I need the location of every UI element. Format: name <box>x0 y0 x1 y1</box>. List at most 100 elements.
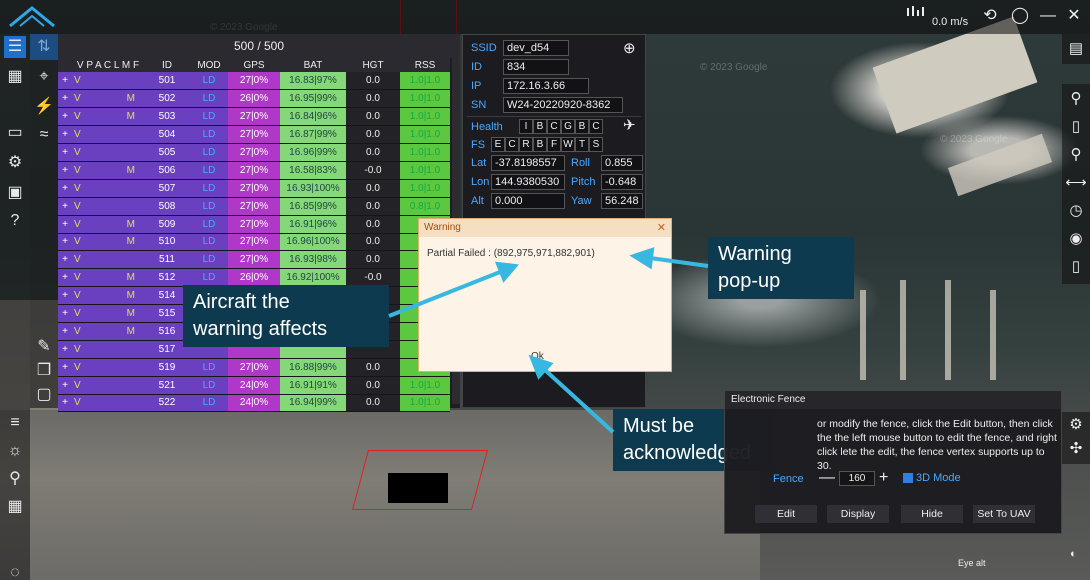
fence-value-input[interactable]: 160 <box>839 471 875 486</box>
user-icon[interactable]: ◯ <box>1010 6 1030 26</box>
col-flags[interactable]: V P A C L M F <box>72 58 144 72</box>
expand-button[interactable]: + <box>58 394 72 413</box>
fit-icon[interactable]: ⟷ <box>1065 172 1087 194</box>
chart-icon[interactable]: ▤ <box>1065 38 1087 60</box>
table-row[interactable]: + V M 503 LD 27|0% 16.84|96% 0.0 1.0|1.0 <box>58 107 450 127</box>
fence-decrement-button[interactable]: — <box>819 469 835 487</box>
expand-button[interactable]: + <box>58 358 72 377</box>
drone-icon[interactable]: ✣ <box>1065 438 1087 460</box>
expand-button[interactable]: + <box>58 125 72 145</box>
fence-display-button[interactable]: Display <box>827 505 889 523</box>
flag-v: V <box>74 218 81 230</box>
map-icon[interactable]: ⌖ <box>33 66 55 88</box>
expand-button[interactable]: + <box>58 89 72 109</box>
col-mod[interactable]: MOD <box>190 58 228 72</box>
table-row[interactable]: + V 522 LD 24|0% 16.94|99% 0.0 1.0|1.0 <box>58 394 450 413</box>
table-row[interactable]: + V M 502 LD 26|0% 16.95|99% 0.0 1.0|1.0 <box>58 89 450 109</box>
fence-edit-button[interactable]: Edit <box>755 505 817 523</box>
expand-button[interactable]: + <box>58 286 72 306</box>
eye-icon[interactable]: ◉ <box>1065 228 1087 250</box>
rss-cell: 1.0|1.0 <box>400 107 450 127</box>
phone-icon[interactable]: ▯ <box>1065 116 1087 138</box>
table-row[interactable]: + V M 512 LD 26|0% 16.92|100% -0.0 <box>58 268 450 288</box>
id-cell: 511 <box>144 250 190 270</box>
active-tab[interactable] <box>30 34 58 60</box>
divider <box>467 116 641 117</box>
mobile-icon[interactable]: ▯ <box>1065 256 1087 278</box>
close-icon[interactable]: ✕ <box>1064 6 1084 26</box>
rss-cell: 1.0|1.0 <box>400 89 450 109</box>
rss-cell: 0.8|1.0 <box>400 197 450 216</box>
rss-cell: 1.0|1.0 <box>400 179 450 198</box>
folder-icon[interactable]: ▭ <box>4 122 26 144</box>
edit-icon[interactable]: ✎ <box>33 336 55 358</box>
col-id[interactable]: ID <box>144 58 190 72</box>
table-row[interactable]: + V 507 LD 27|0% 16.93|100% 0.0 1.0|1.0 <box>58 179 450 198</box>
dialog-close-icon[interactable]: ✕ <box>657 219 666 237</box>
apps-icon[interactable]: ▦ <box>4 496 26 518</box>
fence-set-to-uav-button[interactable]: Set To UAV <box>973 505 1035 523</box>
expand-button[interactable]: + <box>58 376 72 395</box>
copy-icon[interactable]: ❐ <box>33 360 55 382</box>
lon-label: Lon <box>471 176 490 188</box>
toolbox-icon[interactable]: ▣ <box>4 182 26 204</box>
table-row[interactable]: + V M 510 LD 27|0% 16.96|100% 0.0 <box>58 233 450 252</box>
fence-increment-button[interactable]: + <box>879 469 888 487</box>
add-location-icon[interactable]: ⚲ <box>1065 144 1087 166</box>
expand-button[interactable]: + <box>58 322 72 341</box>
sun-icon[interactable]: ☼ <box>4 440 26 462</box>
table-row[interactable]: + V 504 LD 27|0% 16.87|99% 0.0 1.0|1.0 <box>58 125 450 145</box>
grid-icon[interactable]: ▦ <box>4 66 26 88</box>
table-row[interactable]: + V M 509 LD 27|0% 16.91|96% 0.0 <box>58 215 450 234</box>
battery-icon[interactable]: ⚡ <box>33 96 55 118</box>
help-icon[interactable]: ? <box>4 210 26 232</box>
expand-button[interactable]: + <box>58 179 72 198</box>
col-hgt[interactable]: HGT <box>346 58 400 72</box>
table-row[interactable]: + V 519 LD 27|0% 16.88|99% 0.0 <box>58 358 450 377</box>
dialog-ok-button[interactable]: Ok <box>531 351 544 362</box>
col-rss[interactable]: RSS <box>400 58 450 72</box>
sliders-icon[interactable]: ≡ <box>4 412 26 434</box>
chat-icon[interactable]: ◌ <box>4 562 26 580</box>
hgt-cell: 0.0 <box>346 89 400 109</box>
wifi-icon[interactable]: ≈ <box>33 124 55 146</box>
flag-v: V <box>74 93 81 105</box>
col-bat[interactable]: BAT <box>280 58 346 72</box>
expand-button[interactable]: + <box>58 215 72 234</box>
flags-cell: V <box>72 340 144 359</box>
location-pin-icon[interactable]: ⚲ <box>1065 88 1087 110</box>
flags-cell: V <box>72 197 144 216</box>
expand-button[interactable]: + <box>58 72 72 91</box>
globe-icon[interactable]: ⊕ <box>623 39 636 57</box>
settings-icon[interactable]: ⚙ <box>4 152 26 174</box>
location-icon[interactable]: ⚲ <box>4 468 26 490</box>
list-icon[interactable]: ☰ <box>4 36 26 58</box>
expand-button[interactable]: + <box>58 161 72 180</box>
expand-button[interactable]: + <box>58 250 72 270</box>
3d-mode-checkbox[interactable] <box>903 473 913 483</box>
fence-hide-button[interactable]: Hide <box>901 505 963 523</box>
expand-button[interactable]: + <box>58 143 72 162</box>
table-row[interactable]: + V 505 LD 27|0% 16.96|99% 0.0 1.0|1.0 <box>58 143 450 162</box>
expand-button[interactable]: + <box>58 107 72 127</box>
expand-button[interactable]: + <box>58 197 72 216</box>
table-row[interactable]: + V 511 LD 27|0% 16.93|98% 0.0 <box>58 250 450 270</box>
gear-icon[interactable]: ⚙ <box>1065 414 1087 436</box>
duplicate-icon[interactable]: ▢ <box>33 384 55 406</box>
table-row[interactable]: + V 508 LD 27|0% 16.85|99% 0.0 0.8|1.0 <box>58 197 450 216</box>
language-icon[interactable]: ⟲ <box>980 6 1000 26</box>
expand-button[interactable]: + <box>58 233 72 252</box>
gps-cell: 26|0% <box>228 268 280 288</box>
minimize-icon[interactable]: — <box>1038 6 1058 26</box>
compass-icon[interactable]: ◐ <box>1070 548 1077 560</box>
plane-icon[interactable]: ✈ <box>623 116 636 134</box>
table-row[interactable]: + V 521 LD 24|0% 16.91|91% 0.0 1.0|1.0 <box>58 376 450 395</box>
timer-icon[interactable]: ◷ <box>1065 200 1087 222</box>
speed-value: 0.0 m/s <box>932 16 969 28</box>
table-row[interactable]: + V M 506 LD 27|0% 16.58|83% -0.0 1.0|1.0 <box>58 161 450 180</box>
expand-button[interactable]: + <box>58 268 72 288</box>
expand-button[interactable]: + <box>58 340 72 359</box>
expand-button[interactable]: + <box>58 304 72 323</box>
table-row[interactable]: + V 501 LD 27|0% 16.83|97% 0.0 1.0|1.0 <box>58 72 450 91</box>
col-gps[interactable]: GPS <box>228 58 280 72</box>
